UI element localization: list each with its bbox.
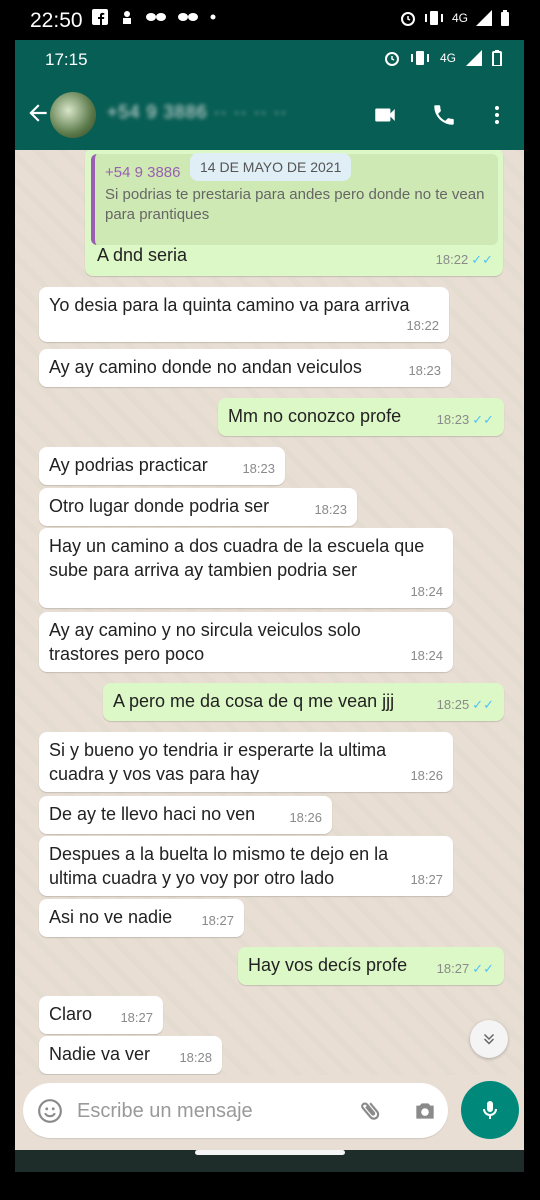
chevron-double-down-icon: [483, 1033, 495, 1045]
message-time: 18:27 ✓✓: [436, 961, 494, 976]
battery-icon: [492, 50, 502, 66]
message-text: Ay ay camino y no sircula veiculos solo …: [49, 620, 361, 664]
message-input[interactable]: [75, 1095, 349, 1127]
outer-status-bar: 22:50 4G: [0, 0, 540, 40]
message-time: 18:24: [410, 584, 443, 599]
read-ticks-icon: ✓✓: [472, 961, 494, 976]
system-navigation-bar: [0, 1172, 540, 1200]
read-ticks-icon: ✓✓: [471, 252, 493, 267]
signal-icon: [476, 10, 492, 26]
chat-header: +54 9 3886 ·· ·· ·· ··: [15, 80, 524, 150]
network-type: 4G: [439, 51, 456, 65]
message-time: 18:23: [314, 502, 347, 517]
phone-call-icon[interactable]: [431, 102, 457, 128]
message-bubble-incoming[interactable]: Otro lugar donde podria ser 18:23: [39, 488, 357, 526]
camera-icon[interactable]: [411, 1098, 439, 1124]
message-bubble-incoming[interactable]: De ay te llevo haci no ven 18:26: [39, 796, 332, 834]
home-gesture-pill[interactable]: [195, 1150, 345, 1155]
more-vert-icon[interactable]: [485, 102, 509, 128]
vibrate-icon: [424, 11, 443, 25]
date-chip: 14 DE MAYO DE 2021: [190, 153, 352, 181]
alarm-icon: [400, 12, 415, 26]
inner-clock: 17:15: [45, 50, 88, 69]
battery-icon: [501, 10, 509, 26]
message-bubble-outgoing[interactable]: Hay vos decís profe 18:27 ✓✓: [238, 947, 504, 985]
message-text: Yo desia para la quinta camino va para a…: [49, 295, 410, 315]
network-type: 4G: [451, 11, 468, 25]
message-time: 18:27: [410, 872, 443, 887]
mic-icon: [483, 1101, 497, 1119]
message-time: 18:27: [120, 1010, 153, 1025]
message-time: 18:25 ✓✓: [436, 697, 494, 712]
message-time: 18:23: [242, 461, 275, 476]
message-bubble-outgoing[interactable]: A pero me da cosa de q me vean jjj 18:25…: [103, 683, 504, 721]
avatar[interactable]: [50, 92, 96, 138]
read-ticks-icon: ✓✓: [472, 697, 494, 712]
glasses-icon: [178, 13, 198, 21]
message-list[interactable]: +54 9 3886 Si podrias te prestaria para …: [15, 150, 524, 1075]
message-time: 18:26: [289, 810, 322, 825]
message-bubble-incoming[interactable]: Ay ay camino donde no andan veiculos 18:…: [39, 349, 451, 387]
glasses-icon: [146, 13, 166, 21]
message-text: De ay te llevo haci no ven: [49, 804, 256, 824]
message-text: Si y bueno yo tendria ir esperarte la ul…: [49, 740, 387, 784]
message-bubble-incoming[interactable]: Yo desia para la quinta camino va para a…: [39, 287, 449, 342]
message-time: 18:27: [201, 913, 234, 928]
message-bubble-incoming[interactable]: Nadie va ver 18:28: [39, 1036, 222, 1074]
inner-status-bar: 17:15 4G: [15, 40, 524, 80]
message-text: Hay un camino a dos cuadra de la escuela…: [49, 536, 425, 580]
message-time: 18:22 ✓✓: [435, 252, 493, 267]
message-time: 18:23 ✓✓: [436, 412, 494, 427]
message-time: 18:22: [406, 318, 439, 333]
message-bubble-incoming[interactable]: Claro 18:27: [39, 996, 163, 1034]
message-text: Ay ay camino donde no andan veiculos: [49, 357, 362, 377]
message-text: Despues a la buelta lo mismo te dejo en …: [49, 844, 389, 888]
outer-clock: 22:50: [30, 9, 83, 32]
message-text: Otro lugar donde podria ser: [49, 496, 270, 516]
outer-system-icons: 4G: [400, 10, 510, 26]
message-bubble-incoming[interactable]: Ay podrias practicar 18:23: [39, 447, 285, 485]
dot-icon: [210, 14, 216, 20]
alarm-icon: [384, 52, 399, 66]
message-text: Ay podrias practicar: [49, 455, 208, 475]
message-bubble-incoming[interactable]: Despues a la buelta lo mismo te dejo en …: [39, 836, 453, 896]
message-time: 18:26: [410, 768, 443, 783]
message-time: 18:24: [410, 648, 443, 663]
screenshot-frame: 17:15 4G +54 9 3886 ·· ·· ·· ·· +54 9 38…: [15, 40, 524, 1172]
message-bubble-incoming[interactable]: Si y bueno yo tendria ir esperarte la ul…: [39, 732, 453, 792]
message-input-container[interactable]: [23, 1083, 448, 1138]
voice-message-button[interactable]: [461, 1081, 519, 1139]
message-time: 18:28: [179, 1050, 212, 1065]
message-bubble-incoming[interactable]: Hay un camino a dos cuadra de la escuela…: [39, 528, 453, 608]
inner-system-icons: 4G: [384, 50, 502, 66]
message-bubble-incoming[interactable]: Asi no ve nadie 18:27: [39, 899, 244, 937]
message-bubble-outgoing[interactable]: Mm no conozco profe 18:23 ✓✓: [218, 398, 504, 436]
vibrate-icon: [410, 51, 429, 65]
outer-notification-icons: [92, 9, 216, 25]
message-time: 18:23: [408, 363, 441, 378]
video-call-icon[interactable]: [371, 102, 399, 128]
scroll-to-bottom-button[interactable]: [470, 1020, 508, 1058]
message-bubble-incoming[interactable]: Ay ay camino y no sircula veiculos solo …: [39, 612, 453, 672]
arrow-left-icon[interactable]: [25, 100, 51, 126]
message-text: A dnd seria: [97, 245, 188, 265]
app-notification-icon: [123, 11, 131, 24]
read-ticks-icon: ✓✓: [472, 412, 494, 427]
emoji-icon[interactable]: [37, 1098, 63, 1124]
signal-icon: [466, 50, 482, 66]
facebook-icon: [92, 9, 108, 25]
paperclip-icon[interactable]: [358, 1097, 384, 1125]
quoted-text: Si podrias te prestaria para andes pero …: [105, 186, 485, 223]
contact-name[interactable]: +54 9 3886 ·· ·· ·· ··: [107, 102, 307, 126]
